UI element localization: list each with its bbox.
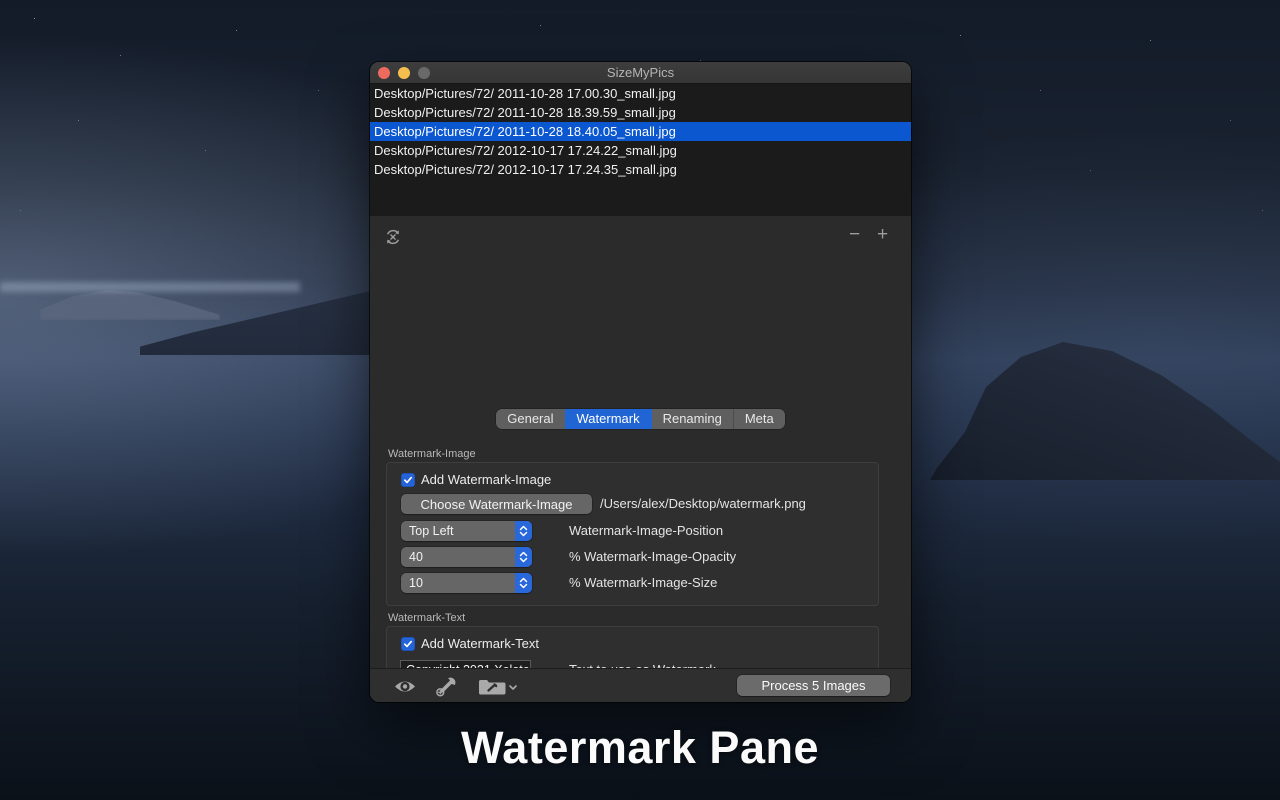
titlebar[interactable]: SizeMyPics [370, 62, 911, 84]
checkbox-label: Add Watermark-Text [421, 636, 539, 651]
clear-list-button[interactable] [383, 227, 403, 247]
watermark-image-group-label: Watermark-Image [388, 448, 476, 460]
window-title: SizeMyPics [370, 62, 911, 83]
file-path: Desktop/Pictures/72/ 2011-10-28 17.00.30… [374, 86, 676, 101]
file-row[interactable]: Desktop/Pictures/72/ 2011-10-28 17.00.30… [370, 84, 911, 103]
tools-wrench-icon [434, 676, 457, 698]
tab-bar: General Watermark Renaming Meta [370, 409, 911, 429]
plus-icon: + [877, 224, 888, 245]
file-path: Desktop/Pictures/72/ 2012-10-17 17.24.35… [374, 162, 677, 177]
tools-button[interactable] [434, 676, 457, 702]
watermark-image-position-label: Watermark-Image-Position [569, 521, 723, 541]
add-file-button[interactable]: + [877, 226, 888, 244]
file-path: Desktop/Pictures/72/ 2011-10-28 18.39.59… [374, 105, 676, 120]
popup-chevrons-icon [515, 573, 532, 593]
watermark-image-group: Add Watermark-Image Choose Watermark-Ima… [386, 462, 879, 606]
watermark-image-position-popup[interactable]: Top Left [401, 521, 532, 541]
file-row[interactable]: Desktop/Pictures/72/ 2011-10-28 18.39.59… [370, 103, 911, 122]
preview-eye-icon [394, 679, 416, 694]
tab-meta[interactable]: Meta [733, 409, 785, 429]
add-watermark-text-checkbox[interactable]: Add Watermark-Text [401, 636, 539, 651]
checkbox-checked-icon [401, 473, 415, 487]
popup-chevrons-icon [515, 547, 532, 567]
file-row[interactable]: Desktop/Pictures/72/ 2012-10-17 17.24.22… [370, 141, 911, 160]
horizon-haze [0, 282, 300, 292]
remove-file-button[interactable]: − [849, 226, 860, 244]
caption-text: Watermark Pane [0, 722, 1280, 774]
popup-value: 40 [401, 550, 515, 564]
file-row-selected[interactable]: Desktop/Pictures/72/ 2011-10-28 18.40.05… [370, 122, 911, 141]
tab-watermark[interactable]: Watermark [565, 409, 651, 429]
right-cliff [930, 330, 1280, 480]
popup-value: Top Left [401, 524, 515, 538]
file-path: Desktop/Pictures/72/ 2012-10-17 17.24.22… [374, 143, 677, 158]
stars [0, 0, 1, 1]
output-folder-icon [478, 678, 518, 696]
preview-button[interactable] [394, 679, 416, 699]
minus-icon: − [849, 224, 860, 245]
refresh-x-icon [383, 227, 403, 247]
watermark-image-size-label: % Watermark-Image-Size [569, 573, 717, 593]
watermark-image-opacity-label: % Watermark-Image-Opacity [569, 547, 736, 567]
watermark-image-opacity-popup[interactable]: 40 [401, 547, 532, 567]
watermark-image-path: /Users/alex/Desktop/watermark.png [600, 494, 806, 514]
output-folder-button[interactable] [478, 678, 518, 701]
watermark-image-size-popup[interactable]: 10 [401, 573, 532, 593]
checkbox-label: Add Watermark-Image [421, 472, 551, 487]
settings-pane: − + General Watermark Renaming Meta Wate… [370, 215, 911, 668]
bottom-toolbar: Process 5 Images [370, 668, 911, 702]
watermark-text-group-label: Watermark-Text [388, 612, 465, 624]
choose-watermark-image-button[interactable]: Choose Watermark-Image [401, 494, 592, 514]
tab-general[interactable]: General [496, 409, 564, 429]
process-images-button[interactable]: Process 5 Images [737, 675, 890, 696]
desktop: SizeMyPics Desktop/Pictures/72/ 2011-10-… [0, 0, 1280, 800]
app-window: SizeMyPics Desktop/Pictures/72/ 2011-10-… [370, 62, 911, 702]
popup-chevrons-icon [515, 521, 532, 541]
tab-renaming[interactable]: Renaming [651, 409, 733, 429]
popup-value: 10 [401, 576, 515, 590]
file-row[interactable]: Desktop/Pictures/72/ 2012-10-17 17.24.35… [370, 160, 911, 179]
file-list[interactable]: Desktop/Pictures/72/ 2011-10-28 17.00.30… [370, 84, 911, 215]
segmented-control: General Watermark Renaming Meta [496, 409, 785, 429]
checkbox-checked-icon [401, 637, 415, 651]
add-watermark-image-checkbox[interactable]: Add Watermark-Image [401, 472, 551, 487]
file-path: Desktop/Pictures/72/ 2011-10-28 18.40.05… [374, 124, 676, 139]
